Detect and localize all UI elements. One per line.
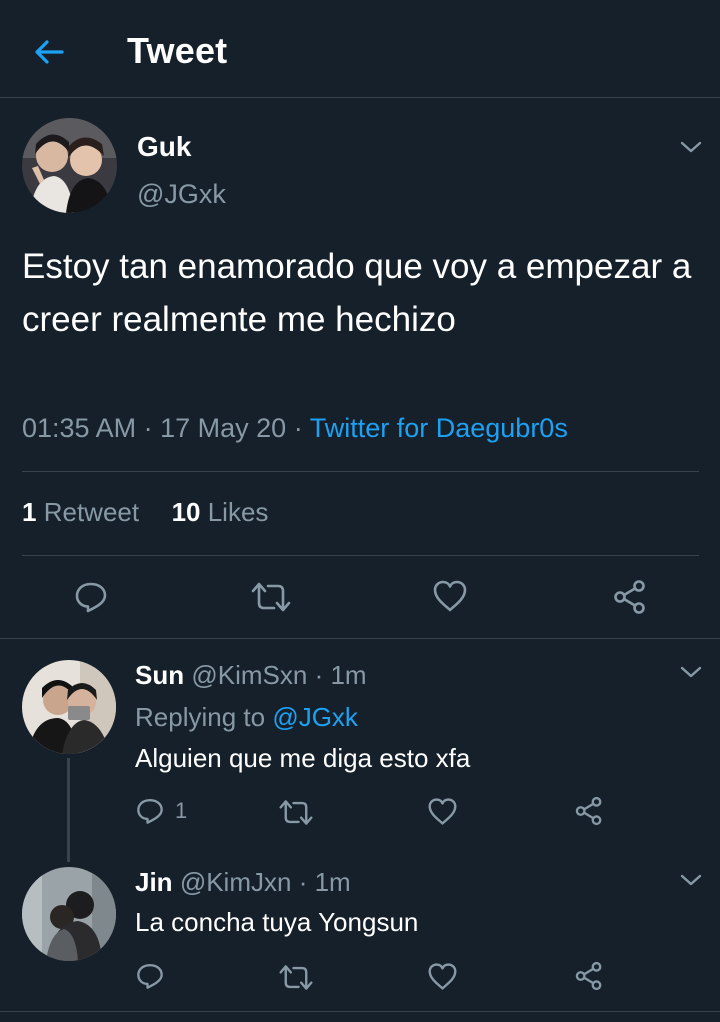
share-button[interactable]	[574, 961, 604, 991]
tweet-meta: 01:35 AM · 17 May 20 · Twitter for Daegu…	[22, 413, 568, 444]
reply-button[interactable]: 1	[135, 796, 187, 826]
likes-stat[interactable]: 10 Likes	[172, 497, 269, 527]
divider	[22, 555, 699, 556]
divider	[0, 1011, 720, 1012]
reply-avatar[interactable]	[22, 867, 116, 961]
retweet-icon	[251, 582, 291, 612]
chevron-down-icon[interactable]	[676, 662, 706, 682]
heart-icon	[428, 963, 457, 990]
separator-dot: ·	[298, 867, 308, 897]
separator-dot: ·	[143, 413, 153, 443]
reply-text: Alguien que me diga esto xfa	[135, 743, 471, 773]
tweet-text: Estoy tan enamorado que voy a empezar a …	[22, 247, 692, 339]
reply-icon	[137, 799, 163, 824]
top-bar: Tweet	[0, 0, 720, 98]
like-label: Likes	[207, 497, 269, 527]
chevron-down-icon[interactable]	[676, 137, 706, 157]
reply-author-name[interactable]: Jin	[135, 867, 173, 897]
like-button[interactable]	[432, 579, 468, 613]
reply-author-handle[interactable]: @KimJxn	[180, 867, 292, 897]
retweet-icon	[279, 800, 313, 825]
tweet-time: 01:35 AM	[22, 413, 137, 443]
reply-time: 1m	[330, 660, 367, 690]
share-icon	[575, 961, 602, 991]
retweet-button[interactable]	[250, 580, 292, 614]
reply-author-handle[interactable]: @KimSxn	[191, 660, 307, 690]
replying-label: Replying to	[135, 702, 266, 732]
arrow-left-icon	[35, 40, 64, 64]
reply-button[interactable]	[135, 961, 165, 991]
reply-button[interactable]	[73, 579, 109, 615]
share-button[interactable]	[574, 796, 604, 826]
separator-dot: ·	[293, 413, 303, 443]
author-name[interactable]: Guk	[137, 131, 191, 163]
share-icon	[614, 580, 645, 614]
like-button[interactable]	[427, 797, 458, 826]
heart-icon	[433, 580, 467, 612]
retweet-label: Retweet	[43, 497, 140, 527]
reply-header: Jin @KimJxn · 1m	[135, 867, 351, 898]
reply-time: 1m	[314, 867, 351, 897]
retweet-icon	[279, 965, 313, 990]
like-count: 10	[171, 497, 201, 527]
share-button[interactable]	[612, 579, 648, 615]
reply-count: 1	[175, 798, 188, 823]
tweet-date: 17 May 20	[160, 413, 287, 443]
retweet-button[interactable]	[278, 963, 314, 992]
divider	[0, 638, 720, 639]
divider	[22, 471, 699, 472]
author-handle[interactable]: @JGxk	[137, 179, 226, 210]
retweet-count: 1	[22, 497, 37, 527]
retweets-stat[interactable]: 1 Retweet	[22, 497, 139, 527]
reply-avatar[interactable]	[22, 660, 116, 754]
reply-author-name[interactable]: Sun	[135, 660, 184, 690]
tweet-source-link[interactable]: Twitter for Daegubr0s	[310, 413, 568, 443]
replying-mention-link[interactable]: @JGxk	[272, 702, 358, 732]
like-button[interactable]	[427, 962, 458, 991]
replying-to-line: Replying to @JGxk	[135, 702, 358, 733]
heart-icon	[428, 798, 457, 825]
page-title: Tweet	[127, 30, 228, 71]
reply-text: La concha tuya Yongsun	[135, 907, 419, 937]
tweet-stats: 1 Retweet 10 Likes	[22, 497, 268, 528]
chevron-down-icon[interactable]	[676, 870, 706, 890]
share-icon	[575, 796, 602, 826]
reply-header: Sun @KimSxn · 1m	[135, 660, 367, 691]
author-avatar[interactable]	[22, 118, 117, 213]
back-button[interactable]	[28, 32, 68, 72]
separator-dot: ·	[314, 660, 324, 690]
reply-icon	[75, 582, 107, 613]
reply-icon	[137, 964, 163, 989]
retweet-button[interactable]	[278, 798, 314, 827]
thread-connector	[67, 758, 70, 862]
